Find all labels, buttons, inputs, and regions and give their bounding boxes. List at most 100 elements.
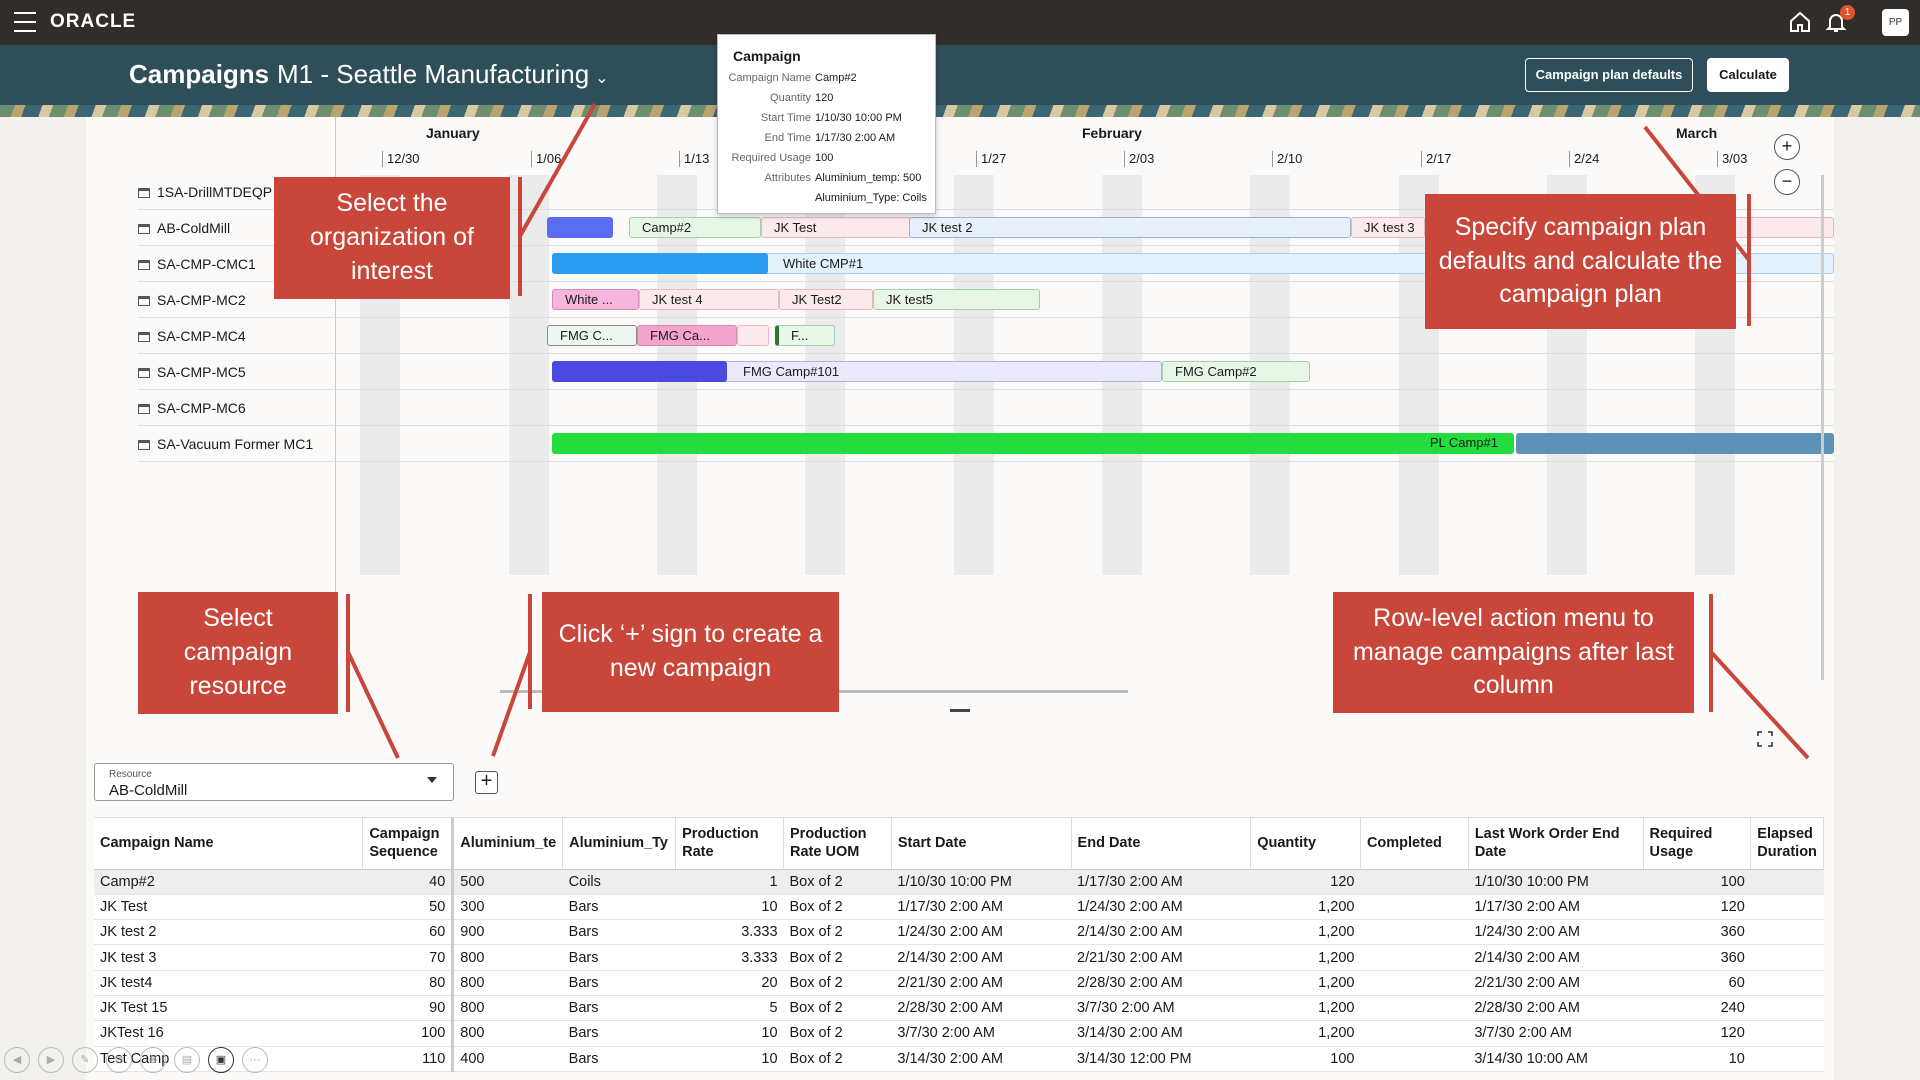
- column-header[interactable]: Quantity: [1250, 818, 1361, 870]
- table-row[interactable]: Camp#2 40 500 Coils 1 Box of 2 1/10/30 10:00 P…: [94, 869, 1824, 895]
- table-cell: JK test 3: [94, 944, 363, 971]
- column-header[interactable]: Start Date: [891, 818, 1072, 870]
- resource-select[interactable]: Resource AB-ColdMill: [94, 763, 454, 801]
- table-cell: 1,200: [1250, 944, 1361, 971]
- table-cell: 1/10/30 10:00 PM: [891, 869, 1072, 895]
- campaign-bar[interactable]: PL Camp#1: [552, 433, 1514, 454]
- pen-icon[interactable]: ✎: [72, 1047, 98, 1073]
- campaign-bar[interactable]: JK Test2: [779, 289, 873, 310]
- campaign-bar[interactable]: JK Test: [761, 217, 911, 238]
- copy-icon[interactable]: ⧉: [106, 1047, 132, 1073]
- campaign-bar[interactable]: JK test 4: [639, 289, 779, 310]
- table-cell: 40: [362, 869, 455, 895]
- campaign-bar[interactable]: JK test5: [873, 289, 1040, 310]
- column-header[interactable]: Elapsed Duration: [1750, 818, 1824, 870]
- user-avatar[interactable]: PP: [1882, 9, 1909, 36]
- table-row[interactable]: JK test 3 70 800 Bars 3.333 Box of 2 2/14/30 2…: [94, 944, 1824, 971]
- column-header[interactable]: Production Rate UOM: [783, 818, 892, 870]
- campaign-bar[interactable]: FMG Ca...: [637, 325, 737, 346]
- zoom-icon[interactable]: ⊕: [140, 1047, 166, 1073]
- column-header[interactable]: Last Work Order End Date: [1468, 818, 1644, 870]
- table-cell: 2/28/30 2:00 AM: [1071, 970, 1251, 996]
- expand-icon[interactable]: [1757, 731, 1773, 747]
- resource-row[interactable]: SA-CMP-MC5: [138, 354, 336, 390]
- resource-row[interactable]: SA-CMP-MC6: [138, 390, 336, 426]
- table-cell: 3.333: [675, 919, 784, 946]
- campaign-bar[interactable]: FMG Camp#2: [1162, 361, 1310, 382]
- table-row[interactable]: Test Camp 110 400 Bars 10 Box of 2 3/14/30 2:0…: [94, 1046, 1824, 1072]
- table-cell: [1360, 1020, 1469, 1047]
- player-controls: ◀ ▶ ✎ ⧉ ⊕ ▤ ▣ ⋯: [4, 1047, 268, 1075]
- table-row[interactable]: JK test 2 60 900 Bars 3.333 Box of 2 1/24/30 2…: [94, 919, 1824, 946]
- camera-icon[interactable]: ▣: [208, 1047, 234, 1073]
- campaign-bar[interactable]: FMG C...: [547, 325, 637, 346]
- campaign-progress-bar[interactable]: [547, 217, 613, 238]
- table-row[interactable]: JK test4 80 800 Bars 20 Box of 2 2/21/30 2:00 …: [94, 970, 1824, 996]
- tooltip-row: Aluminium_Type: Coils: [718, 192, 937, 212]
- menu-icon[interactable]: [14, 12, 36, 32]
- tooltip-title: Campaign: [733, 48, 801, 64]
- home-icon[interactable]: [1788, 10, 1812, 34]
- table-cell: [1750, 1020, 1824, 1047]
- pane-splitter[interactable]: [950, 709, 970, 712]
- column-header[interactable]: Production Rate: [675, 818, 785, 870]
- rewind-icon[interactable]: ◀: [4, 1047, 30, 1073]
- tooltip-value: 1/17/30 2:00 AM: [815, 132, 896, 144]
- resource-row[interactable]: SA-Vacuum Former MC1: [138, 426, 336, 462]
- table-cell: 1/17/30 2:00 AM: [1468, 894, 1643, 921]
- campaign-plan-defaults-button[interactable]: Campaign plan defaults: [1525, 58, 1693, 92]
- column-header[interactable]: Required Usage: [1643, 818, 1752, 870]
- table-cell: [1360, 894, 1469, 921]
- gantt-vertical-scrollbar[interactable]: [1821, 175, 1824, 680]
- tooltip-key: End Time: [764, 132, 811, 144]
- resource-name: SA-CMP-MC2: [157, 292, 246, 308]
- callout-select-resource: Select campaign resource: [138, 592, 338, 714]
- campaign-bar[interactable]: JK test 2: [909, 217, 1351, 238]
- table-cell: 3/14/30 2:00 AM: [891, 1046, 1072, 1072]
- table-cell: 1/17/30 2:00 AM: [891, 894, 1072, 921]
- table-row[interactable]: JK Test 15 90 800 Bars 5 Box of 2 2/28/30 2:00…: [94, 995, 1824, 1022]
- campaign-progress-bar[interactable]: [552, 361, 727, 382]
- add-campaign-button[interactable]: +: [475, 771, 498, 794]
- resource-name: SA-CMP-MC6: [157, 400, 246, 416]
- table-cell: Box of 2: [783, 1046, 892, 1072]
- factory-icon: [138, 368, 150, 378]
- column-header[interactable]: Aluminium_Ty: [562, 818, 677, 870]
- campaign-bar[interactable]: JK test 3: [1351, 217, 1425, 238]
- column-header[interactable]: Campaign Name: [94, 818, 364, 870]
- table-cell: 2/14/30 2:00 AM: [1071, 919, 1251, 946]
- table-row[interactable]: JK Test 50 300 Bars 10 Box of 2 1/17/30 2:00 A…: [94, 894, 1824, 921]
- caption-icon[interactable]: ▤: [174, 1047, 200, 1073]
- table-cell: [1360, 869, 1469, 895]
- campaign-bar[interactable]: F...: [775, 325, 835, 346]
- table-cell: 50: [362, 894, 455, 921]
- resource-row[interactable]: SA-CMP-MC4: [138, 318, 336, 354]
- campaign-progress-bar[interactable]: [552, 253, 768, 274]
- zoom-out-button[interactable]: −: [1774, 169, 1800, 195]
- campaign-bar[interactable]: Camp#2: [629, 217, 761, 238]
- column-header[interactable]: Campaign Sequence: [362, 818, 455, 870]
- calculate-button[interactable]: Calculate: [1707, 58, 1789, 92]
- tooltip-key: Attributes: [764, 172, 811, 184]
- zoom-in-button[interactable]: +: [1774, 134, 1800, 160]
- organization-selector[interactable]: M1 - Seattle Manufacturing ⌄: [277, 59, 609, 90]
- campaign-bar[interactable]: [737, 325, 769, 346]
- campaign-bar[interactable]: White ...: [552, 289, 639, 310]
- campaign-bar[interactable]: [1516, 433, 1834, 454]
- callout-add-campaign: Click ‘+’ sign to create a new campaign: [542, 592, 839, 712]
- resource-select-value: AB-ColdMill: [109, 782, 188, 799]
- table-cell: 360: [1643, 919, 1751, 946]
- table-row[interactable]: JKTest 16 100 800 Bars 10 Box of 2 3/7/30 2:00…: [94, 1020, 1824, 1047]
- column-header[interactable]: End Date: [1071, 818, 1252, 870]
- table-cell: 1,200: [1250, 919, 1361, 946]
- month-label: February: [1082, 125, 1142, 141]
- tooltip-row: Campaign Name Camp#2: [718, 72, 937, 92]
- table-cell: Box of 2: [783, 919, 892, 946]
- column-header[interactable]: Aluminium_te: [452, 818, 564, 870]
- table-cell: 3.333: [675, 944, 784, 971]
- callout-row-action-menu: Row-level action menu to manage campaign…: [1333, 592, 1694, 713]
- play-icon[interactable]: ▶: [38, 1047, 64, 1073]
- more-icon[interactable]: ⋯: [242, 1047, 268, 1073]
- column-header[interactable]: Completed: [1360, 818, 1469, 870]
- table-cell: [1750, 894, 1824, 921]
